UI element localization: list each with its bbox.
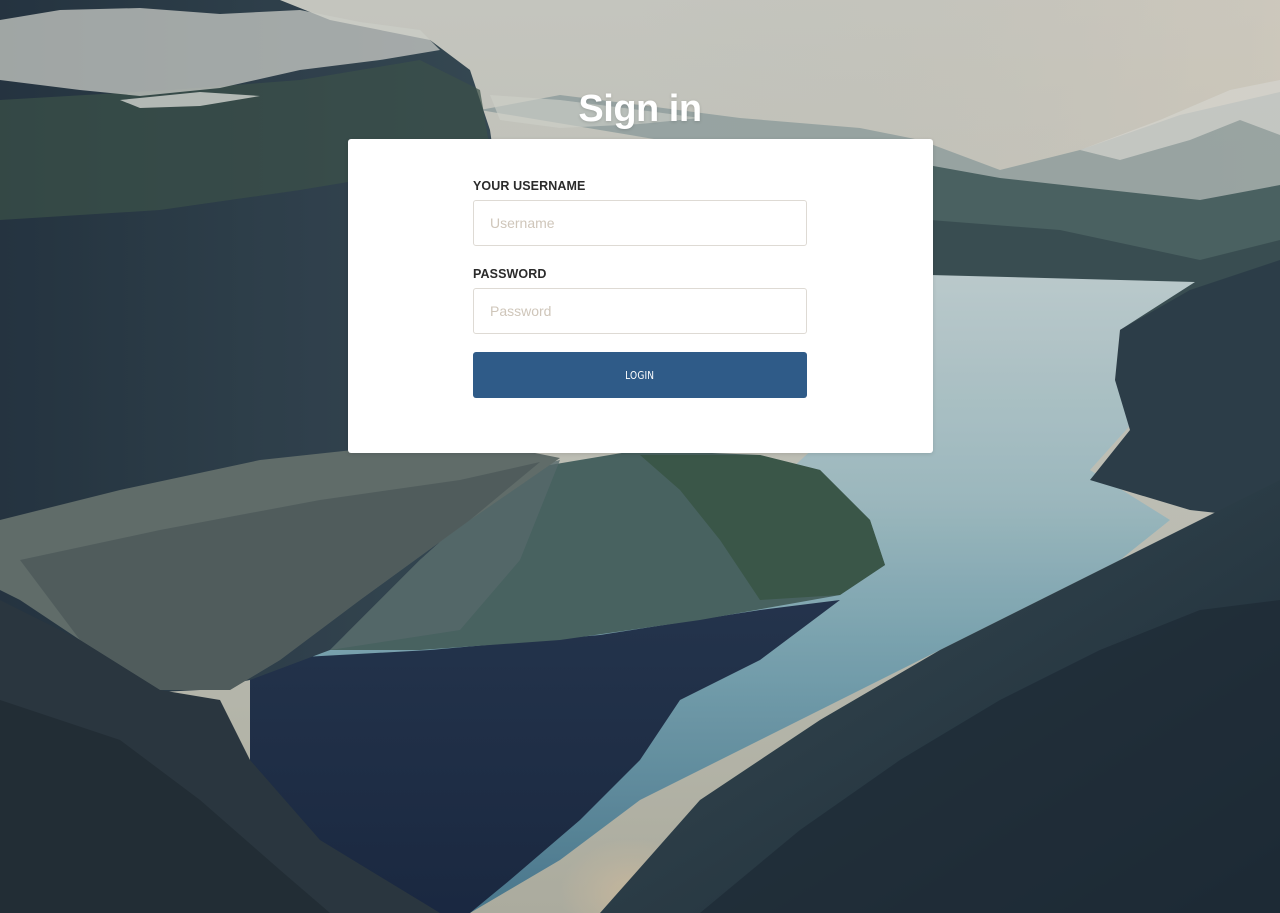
password-label: PASSWORD xyxy=(473,267,547,281)
login-button[interactable]: LOGIN xyxy=(473,352,807,398)
username-label: YOUR USERNAME xyxy=(473,179,586,193)
password-input[interactable] xyxy=(473,288,807,334)
page-title: Sign in xyxy=(578,88,702,130)
login-button-label: LOGIN xyxy=(625,368,655,382)
username-input[interactable] xyxy=(473,200,807,246)
background-landscape-image xyxy=(0,0,1280,913)
login-card: YOUR USERNAME PASSWORD LOGIN xyxy=(348,139,933,453)
